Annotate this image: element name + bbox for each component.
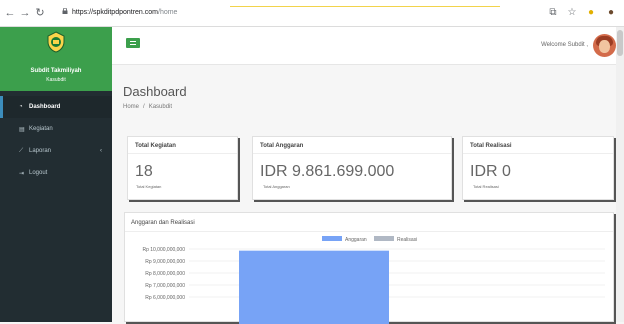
bar-chart: Anggaran Realisasi Rp 10,000,000,000 Rp 9,0… — [142, 236, 605, 324]
profile-icon[interactable]: ● — [605, 6, 617, 20]
brand-panel: Subdit Takmiliyah Kasubdit — [0, 27, 112, 91]
extension-icon[interactable]: ● — [585, 6, 597, 20]
reload-icon[interactable]: ↻ — [34, 6, 46, 20]
card-subtitle: Total Anggaran — [263, 184, 290, 189]
y-tick-label: Rp 7,000,000,000 — [145, 283, 185, 289]
stat-card-realisasi: Total Realisasi IDR 0 Total Realisasi — [462, 136, 614, 200]
breadcrumb-current: Kasubdit — [148, 104, 173, 110]
stat-card-anggaran: Total Anggaran IDR 9.861.699.000 Total A… — [252, 136, 452, 200]
card-title: Total Anggaran — [253, 137, 451, 154]
y-tick-label: Rp 10,000,000,000 — [142, 247, 185, 253]
card-title: Total Kegiatan — [128, 137, 237, 154]
progress-line — [230, 6, 500, 7]
legend-swatch — [374, 236, 394, 241]
sidebar: Subdit Takmiliyah Kasubdit ◔ Dashboard ▤… — [0, 27, 112, 322]
sidebar-item-label: Logout — [29, 170, 48, 176]
legend-swatch — [322, 236, 342, 241]
browser-toolbar: ← → ↻ https://spkditpdpontren.com/home ⧉… — [0, 0, 624, 27]
forward-arrow-icon[interactable]: → — [19, 6, 31, 20]
brand-name: Subdit Takmiliyah — [30, 68, 82, 74]
legend-label: Realisasi — [397, 237, 417, 243]
card-subtitle: Total Realisasi — [473, 184, 499, 189]
sidebar-item-label: Kegiatan — [29, 126, 53, 132]
menu-toggle-button[interactable] — [126, 38, 140, 48]
brand-role: Kasubdit — [46, 77, 66, 83]
card-value: IDR 0 — [470, 163, 511, 180]
url-path: /home — [158, 9, 178, 16]
breadcrumb-home[interactable]: Home — [123, 104, 139, 110]
translate-icon[interactable]: ⧉ — [547, 6, 559, 20]
bookmark-star-icon[interactable]: ☆ — [566, 6, 578, 20]
avatar[interactable] — [593, 34, 616, 57]
sidebar-item-laporan[interactable]: ⟋ Laporan ‹ — [0, 140, 112, 162]
sidebar-item-label: Dashboard — [29, 104, 61, 110]
y-tick-label: Rp 9,000,000,000 — [145, 259, 185, 265]
scrollbar-thumb[interactable] — [617, 30, 623, 56]
top-header: Welcome Subdit , — [112, 27, 624, 65]
page-title: Dashboard — [123, 84, 187, 99]
welcome-text: Welcome Subdit , — [541, 42, 588, 48]
card-value: IDR 9.861.699.000 — [260, 163, 395, 180]
chart-title: Anggaran dan Realisasi — [125, 213, 613, 232]
dashboard-icon: ◔ — [19, 104, 23, 110]
sidebar-item-dashboard[interactable]: ◔ Dashboard — [0, 96, 112, 118]
chart-icon: ⟋ — [19, 147, 24, 154]
card-title: Total Realisasi — [463, 137, 613, 154]
breadcrumb: Home / Kasubdit — [123, 104, 173, 110]
card-subtitle: Total Kegiatan — [136, 184, 162, 189]
sidebar-item-label: Laporan — [29, 148, 52, 154]
card-value: 18 — [135, 163, 153, 180]
briefcase-icon: ▤ — [19, 126, 25, 133]
bar-anggaran — [239, 250, 389, 324]
y-tick-label: Rp 8,000,000,000 — [145, 271, 185, 277]
chevron-left-icon: ‹ — [100, 148, 102, 154]
chart-card: Anggaran dan Realisasi Anggaran Realisasi… — [124, 212, 614, 324]
logout-icon: ⇥ — [19, 170, 25, 177]
back-arrow-icon[interactable]: ← — [4, 6, 16, 20]
y-tick-label: Rp 6,000,000,000 — [145, 295, 185, 301]
address-bar[interactable]: https://spkditpdpontren.com/home — [62, 5, 177, 21]
scrollbar[interactable] — [616, 27, 624, 322]
logo-icon — [47, 31, 65, 53]
sidebar-item-logout[interactable]: ⇥ Logout — [0, 162, 112, 184]
sidebar-item-kegiatan[interactable]: ▤ Kegiatan — [0, 118, 112, 140]
legend-label: Anggaran — [345, 237, 367, 243]
url-domain: https://spkditpdpontren.com — [72, 9, 158, 16]
stat-card-kegiatan: Total Kegiatan 18 Total Kegiatan — [127, 136, 238, 200]
